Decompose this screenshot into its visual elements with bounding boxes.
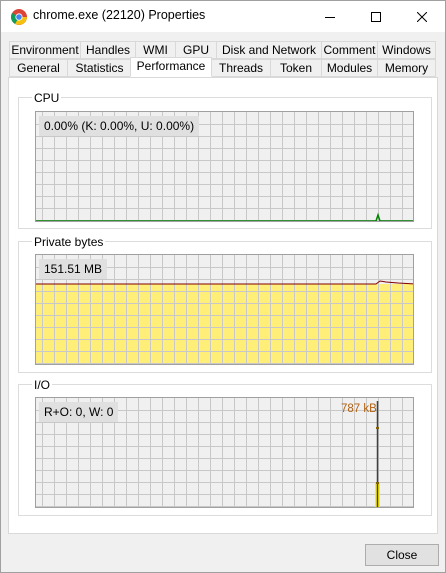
minimize-button[interactable] bbox=[307, 1, 353, 32]
io-graph: R+O: 0, W: 0 787 kB bbox=[35, 397, 414, 508]
tab-statistics[interactable]: Statistics bbox=[67, 59, 132, 77]
tab-memory[interactable]: Memory bbox=[377, 59, 436, 77]
io-group-label: I/O bbox=[32, 378, 53, 392]
io-peak-label: 787 kB bbox=[341, 403, 377, 415]
cpu-graph: 0.00% (K: 0.00%, U: 0.00%) bbox=[35, 111, 414, 222]
private-bytes-group-label: Private bytes bbox=[32, 235, 106, 249]
cpu-group-label: CPU bbox=[32, 91, 62, 105]
maximize-button[interactable] bbox=[353, 1, 399, 32]
tab-environment[interactable]: Environment bbox=[9, 41, 81, 59]
tab-comment[interactable]: Comment bbox=[321, 41, 378, 59]
close-window-button[interactable] bbox=[399, 1, 445, 32]
tab-general[interactable]: General bbox=[9, 59, 68, 77]
close-button[interactable]: Close bbox=[365, 544, 439, 566]
tab-performance[interactable]: Performance bbox=[130, 57, 212, 77]
tab-handles[interactable]: Handles bbox=[80, 41, 136, 59]
chrome-app-icon bbox=[11, 9, 27, 25]
cpu-value-label: 0.00% (K: 0.00%, U: 0.00%) bbox=[39, 116, 200, 136]
tab-token[interactable]: Token bbox=[270, 59, 322, 77]
tab-disk-and-network[interactable]: Disk and Network bbox=[216, 41, 322, 59]
properties-window: chrome.exe (22120) Properties Environmen… bbox=[0, 0, 446, 573]
tab-modules[interactable]: Modules bbox=[321, 59, 378, 77]
private-bytes-graph: 151.51 MB bbox=[35, 254, 414, 365]
tab-windows[interactable]: Windows bbox=[377, 41, 436, 59]
minimize-icon bbox=[325, 16, 335, 18]
tab-strip: Environment Handles WMI GPU Disk and Net… bbox=[1, 32, 445, 80]
private-bytes-fill bbox=[36, 284, 413, 364]
tab-threads[interactable]: Threads bbox=[211, 59, 271, 77]
close-icon bbox=[417, 11, 427, 22]
title-bar[interactable]: chrome.exe (22120) Properties bbox=[1, 1, 445, 32]
private-bytes-value-label: 151.51 MB bbox=[39, 259, 108, 279]
io-value-label: R+O: 0, W: 0 bbox=[39, 402, 119, 422]
window-title: chrome.exe (22120) Properties bbox=[33, 8, 206, 22]
maximize-icon bbox=[371, 11, 381, 22]
